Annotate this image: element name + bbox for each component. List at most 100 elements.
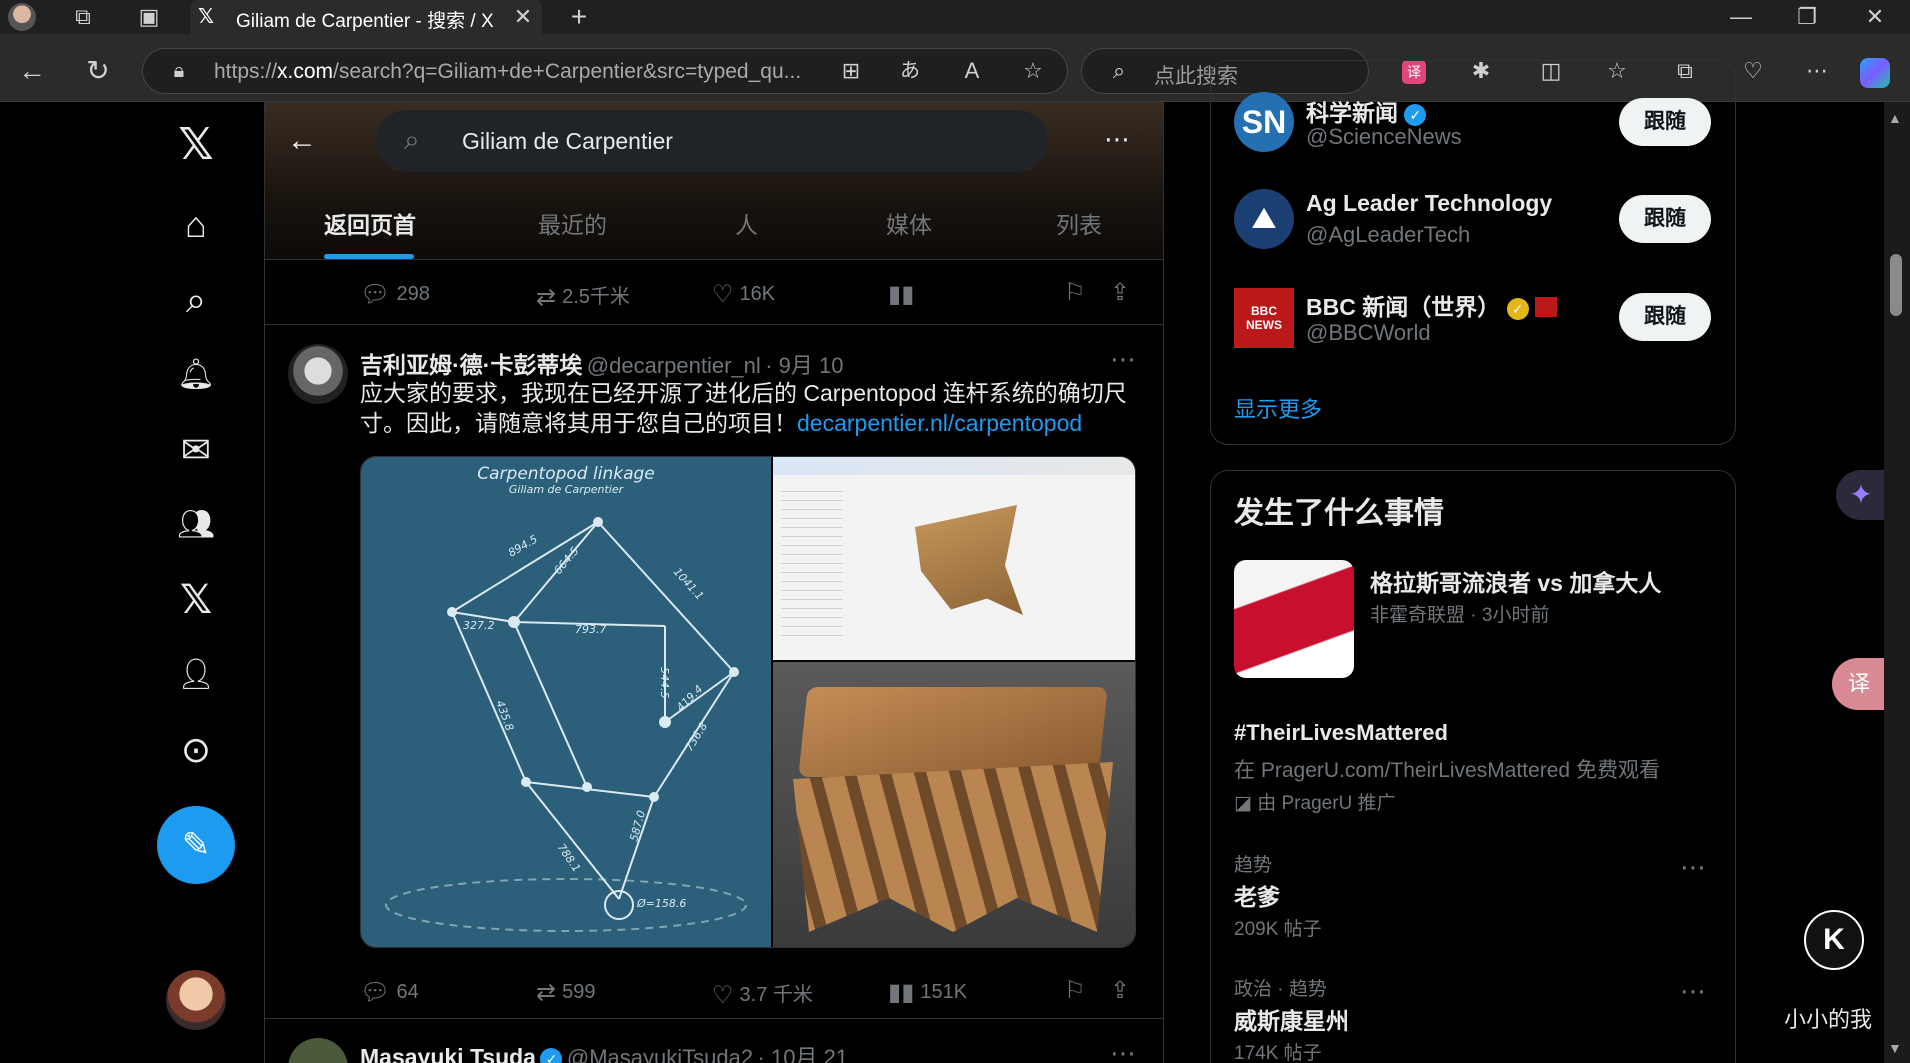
tweet-author-name[interactable]: 吉利亚姆·德·卡彭蒂埃 — [360, 352, 582, 378]
premium-x-icon[interactable]: 𝕏 — [166, 570, 226, 630]
follow-name[interactable]: Ag Leader Technology — [1306, 190, 1552, 217]
tweet-more-icon[interactable]: ⋯ — [1110, 1038, 1136, 1063]
dim-label: 544.5 — [658, 667, 671, 699]
cad-toolbar — [773, 457, 1135, 475]
show-more-link[interactable]: 显示更多 — [1234, 392, 1322, 424]
gold-verified-badge-icon: ✓ — [1506, 298, 1529, 320]
search-options-icon[interactable]: ⋯ — [1104, 124, 1130, 155]
health-icon[interactable]: ♡ — [1736, 54, 1770, 88]
profile-avatar[interactable] — [8, 3, 36, 31]
tab-media[interactable]: 媒体 — [886, 206, 932, 240]
follow-name[interactable]: 科学新闻 ✓ — [1306, 94, 1427, 128]
trend-more-icon[interactable]: ⋯ — [1680, 852, 1706, 883]
tab-title: Giliam de Carpentier - 搜索 / X — [236, 11, 494, 32]
dim-label: 664.5 — [551, 544, 581, 576]
close-window-icon[interactable]: ✕ — [1858, 0, 1892, 34]
next-tweet-author-name[interactable]: Masayuki Tsuda — [360, 1044, 536, 1063]
new-tab-icon[interactable]: + — [562, 0, 596, 34]
translate-icon[interactable]: あ — [893, 54, 927, 88]
share-button[interactable]: ⇪ — [1110, 278, 1136, 307]
tab-top[interactable]: 返回页首 — [324, 206, 416, 240]
x-logo-icon[interactable]: 𝕏 — [166, 115, 226, 175]
headline-title[interactable]: 格拉斯哥流浪者 vs 加拿大人 — [1370, 564, 1661, 598]
heart-icon: ♡ — [712, 982, 734, 1009]
linkage-diagram-image[interactable]: Carpentopod linkage Giliam de Carpentier… — [361, 457, 771, 947]
page-scrollbar[interactable] — [1884, 102, 1910, 1063]
tweet-author-avatar[interactable] — [288, 344, 348, 404]
tweet-author-handle[interactable]: @decarpentier_nl — [587, 353, 761, 378]
scrollbar-thumb[interactable] — [1890, 254, 1902, 316]
tab-latest[interactable]: 最近的 — [538, 206, 607, 240]
tweet-link[interactable]: decarpentier.nl/carpentopod — [797, 410, 1082, 436]
bookmark-button[interactable]: ⚐ — [1064, 976, 1092, 1005]
agleader-avatar[interactable]: ⛰ — [1234, 189, 1294, 249]
search-icon: ⌕ — [1112, 58, 1126, 83]
lock-icon[interactable]: 🔒︎ — [164, 54, 194, 88]
repost-button[interactable]: ⇄ 599 — [536, 978, 595, 1007]
favorite-star-icon[interactable]: ☆ — [1016, 54, 1050, 88]
tab-people[interactable]: 人 — [735, 206, 758, 240]
k-assistant-button[interactable]: K — [1804, 910, 1864, 970]
views-button[interactable]: ▮▮ — [888, 280, 920, 309]
back-arrow-icon[interactable]: ← — [272, 111, 332, 171]
scroll-down-icon[interactable]: ▼ — [1888, 1040, 1902, 1056]
follow-button[interactable]: 跟随 — [1619, 195, 1711, 243]
views-button[interactable]: ▮▮ 151K — [888, 978, 967, 1007]
messages-envelope-icon[interactable]: ✉ — [166, 420, 226, 480]
wooden-carpentopod-photo[interactable] — [773, 662, 1135, 947]
restore-icon[interactable]: ❐ — [1790, 0, 1824, 34]
more-circle-icon[interactable]: ⊙ — [166, 720, 226, 780]
communities-icon[interactable]: 👥︎ — [166, 495, 226, 555]
reply-icon: 💬︎ — [360, 281, 391, 308]
like-button[interactable]: ♡ 16K — [712, 280, 775, 309]
search-query-text[interactable]: Giliam de Carpentier — [462, 128, 673, 155]
bbc-affiliate-icon — [1535, 297, 1558, 317]
settings-more-icon[interactable]: ⋯ — [1800, 54, 1834, 88]
tweet-date[interactable]: · 9月 10 — [765, 353, 843, 378]
sciencenews-avatar[interactable]: SN — [1234, 92, 1294, 152]
hockey-thumbnail[interactable] — [1234, 560, 1354, 678]
explore-search-icon[interactable]: ⌕ — [166, 270, 226, 330]
trend-title[interactable]: 老爹 — [1234, 878, 1280, 912]
follow-handle: @ScienceNews — [1306, 124, 1462, 149]
tweet-media-grid[interactable]: Carpentopod linkage Giliam de Carpentier… — [360, 456, 1136, 948]
refresh-icon[interactable]: ↻ — [80, 54, 116, 88]
read-aloud-icon[interactable]: A — [955, 54, 989, 88]
compose-post-button[interactable]: ✎ — [157, 806, 235, 884]
tab-actions-icon[interactable]: ▣ — [132, 0, 166, 34]
tweet-more-icon[interactable]: ⋯ — [1110, 344, 1136, 375]
share-button[interactable]: ⇪ — [1110, 976, 1136, 1005]
account-avatar[interactable] — [166, 970, 226, 1030]
copilot-icon[interactable] — [1860, 58, 1890, 88]
next-tweet-handle[interactable]: @MasayukiTsuda2 — [567, 1045, 753, 1063]
notifications-bell-icon[interactable]: 🔔︎ — [166, 345, 226, 405]
tab-lists[interactable]: 列表 — [1056, 206, 1102, 240]
profile-person-icon[interactable]: 👤︎ — [166, 645, 226, 705]
trend-more-icon[interactable]: ⋯ — [1680, 976, 1706, 1007]
close-tab-icon[interactable]: ✕ — [508, 0, 538, 34]
scroll-up-icon[interactable]: ▲ — [1888, 110, 1902, 126]
follow-button[interactable]: 跟随 — [1619, 293, 1711, 341]
apps-icon[interactable]: ⊞ — [834, 54, 868, 88]
workspaces-icon[interactable]: ⧉ — [66, 0, 100, 34]
reply-icon: 💬︎ — [360, 979, 391, 1006]
tweet-divider — [265, 1018, 1163, 1019]
follow-name[interactable]: BBC 新闻（世界） ✓ — [1306, 288, 1558, 322]
cad-screenshot-image[interactable] — [773, 457, 1135, 660]
reply-button[interactable]: 💬︎ 298 — [360, 280, 430, 309]
home-icon[interactable]: ⌂ — [166, 195, 226, 255]
bbc-avatar[interactable]: BBC NEWS — [1234, 288, 1294, 348]
follow-button[interactable]: 跟随 — [1619, 98, 1711, 146]
reply-button[interactable]: 💬︎ 64 — [360, 978, 419, 1007]
next-tweet-date[interactable]: · 10月 21 — [758, 1045, 849, 1063]
promoted-title[interactable]: #TheirLivesMattered — [1234, 720, 1448, 746]
url-text[interactable]: https://x.com/search?q=Giliam+de+Carpent… — [214, 60, 801, 84]
minimize-icon[interactable]: — — [1724, 0, 1758, 34]
repost-button[interactable]: ⇄ 2.5千米 — [536, 280, 630, 312]
bookmark-button[interactable]: ⚐ — [1064, 278, 1092, 307]
ai-sparkle-button[interactable]: ✦ — [1836, 470, 1886, 520]
like-button[interactable]: ♡ 3.7 千米 — [712, 978, 813, 1010]
back-icon[interactable]: ← — [14, 54, 50, 88]
trend-title[interactable]: 威斯康星州 — [1234, 1002, 1349, 1036]
translate-float-button[interactable]: 译 — [1832, 658, 1886, 710]
